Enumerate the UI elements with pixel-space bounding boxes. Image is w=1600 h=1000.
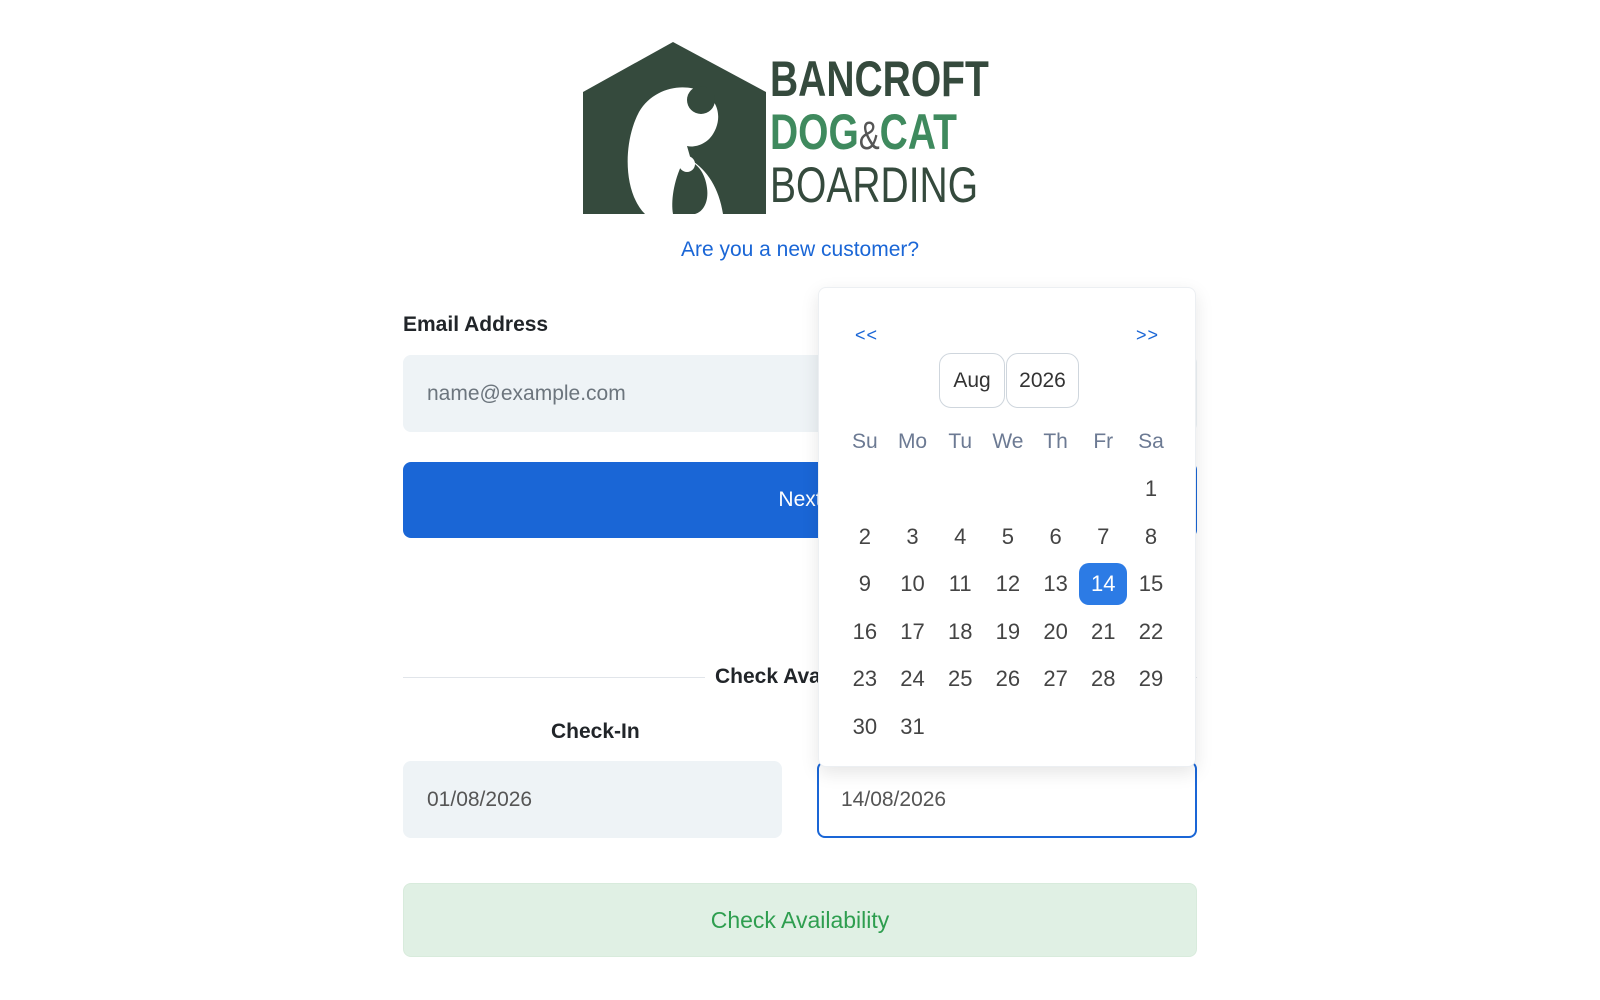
calendar-week-row: 1 [841, 466, 1175, 514]
check-availability-button[interactable]: Check Availability [403, 883, 1197, 957]
calendar-day[interactable]: 1 [1127, 468, 1175, 510]
calendar-day[interactable]: 24 [889, 658, 937, 700]
logo-brand-line-2: DOG&CAT [770, 107, 989, 160]
email-placeholder: name@example.com [427, 381, 626, 405]
calendar-day[interactable]: 5 [984, 516, 1032, 558]
check-in-value: 01/08/2026 [427, 787, 533, 811]
weekday-label: Su [852, 429, 878, 453]
calendar-day[interactable]: 29 [1127, 658, 1175, 700]
calendar-day[interactable]: 17 [889, 611, 937, 653]
calendar-day[interactable]: 27 [1032, 658, 1080, 700]
calendar-day[interactable]: 18 [936, 611, 984, 653]
year-select[interactable]: 2026 [1006, 353, 1079, 408]
calendar-week-row: 9 10 11 12 13 14 15 [841, 561, 1175, 609]
weekday-label: Mo [897, 429, 928, 453]
calendar-day[interactable]: 30 [841, 706, 889, 748]
month-select[interactable]: Aug [939, 353, 1005, 408]
next-month-button[interactable]: >> [1136, 325, 1159, 346]
calendar-day[interactable]: 20 [1032, 611, 1080, 653]
logo-cat-text: CAT [879, 104, 957, 160]
calendar-day[interactable]: 9 [841, 563, 889, 605]
calendar-grid: Su Mo Tu We Th Fr Sa 1 2 3 4 5 6 7 8 9 10 11 12 13 14… [841, 418, 1175, 751]
email-label: Email Address [403, 313, 549, 336]
weekday-label: Tu [948, 429, 973, 453]
check-in-label: Check-In [551, 720, 640, 743]
check-out-input[interactable]: 14/08/2026 [817, 761, 1197, 838]
logo-ampersand: & [858, 114, 880, 158]
calendar-day[interactable]: 28 [1079, 658, 1127, 700]
new-customer-link[interactable]: Are you a new customer? [0, 238, 1600, 262]
calendar-day[interactable]: 31 [889, 706, 937, 748]
check-in-input[interactable]: 01/08/2026 [403, 761, 782, 838]
logo-dog-text: DOG [770, 104, 859, 160]
calendar-day[interactable]: 26 [984, 658, 1032, 700]
logo-brand-line-1: BANCROFT [770, 51, 989, 107]
weekday-label: Th [1043, 429, 1068, 453]
date-picker-popup: << >> Aug 2026 Su Mo Tu We Th Fr Sa 1234… [818, 287, 1196, 767]
calendar-day[interactable]: 19 [984, 611, 1032, 653]
logo-brand-line-3: BOARDING [770, 157, 979, 213]
previous-month-button[interactable]: << [855, 325, 878, 346]
calendar-day-selected[interactable]: 14 [1079, 563, 1128, 606]
calendar-day[interactable]: 2 [841, 516, 889, 558]
calendar-day[interactable]: 15 [1127, 563, 1175, 605]
calendar-day[interactable]: 12 [984, 563, 1032, 605]
calendar-day[interactable]: 13 [1032, 563, 1080, 605]
calendar-day[interactable]: 3 [889, 516, 937, 558]
calendar-day[interactable]: 23 [841, 658, 889, 700]
calendar-week-row: 23 24 25 26 27 28 29 [841, 656, 1175, 704]
weekday-label: Sa [1138, 429, 1164, 453]
calendar-weeks: 1 2 3 4 5 6 7 8 9 10 11 12 13 14 15 16 17 18 19 20 21 22 23 24 2… [841, 466, 1175, 751]
weekday-header-row: Su Mo Tu We Th Fr Sa [841, 418, 1175, 466]
calendar-day[interactable]: 10 [889, 563, 937, 605]
bancroft-logo: BANCROFT DOG&CAT BOARDING [583, 42, 1013, 214]
house-pet-logo-icon [583, 42, 766, 214]
calendar-day[interactable]: 4 [936, 516, 984, 558]
calendar-day[interactable]: 22 [1127, 611, 1175, 653]
calendar-week-row: 30 31 [841, 703, 1175, 751]
calendar-day[interactable]: 8 [1127, 516, 1175, 558]
calendar-day[interactable]: 7 [1079, 516, 1127, 558]
calendar-day[interactable]: 6 [1032, 516, 1080, 558]
check-out-value: 14/08/2026 [841, 787, 947, 811]
calendar-week-row: 2345678 [841, 513, 1175, 561]
calendar-day[interactable]: 25 [936, 658, 984, 700]
calendar-day[interactable]: 21 [1079, 611, 1127, 653]
weekday-label: We [992, 429, 1024, 453]
calendar-week-row: 16 17 18 19 20 21 22 [841, 608, 1175, 656]
calendar-day[interactable]: 11 [936, 563, 984, 605]
calendar-day[interactable]: 16 [841, 611, 889, 653]
weekday-label: Fr [1093, 429, 1114, 453]
